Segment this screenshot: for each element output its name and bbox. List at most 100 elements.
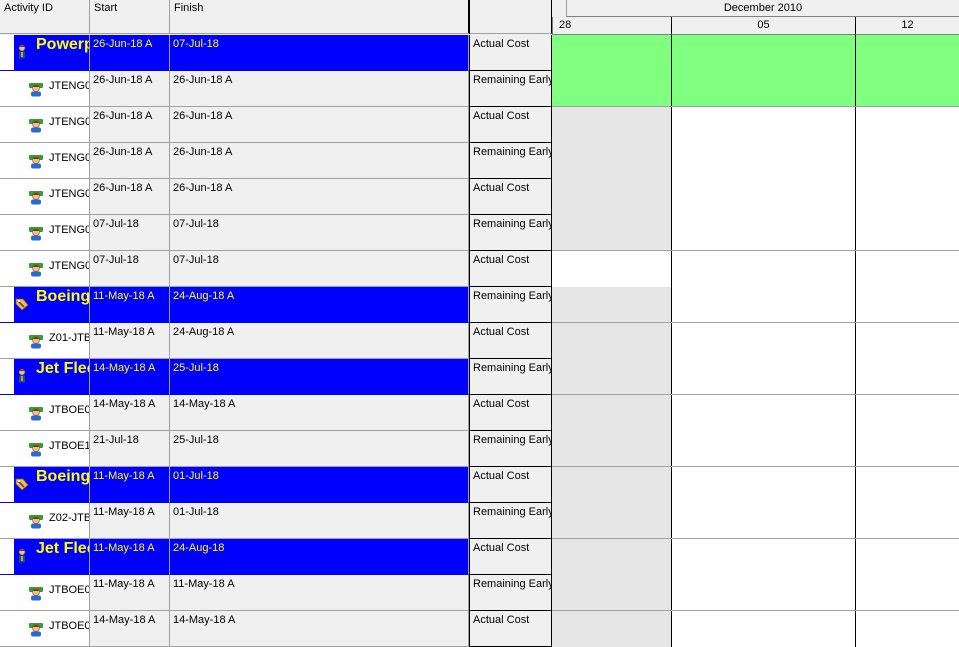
gantt-cell[interactable]	[856, 431, 959, 467]
cost-type-cell[interactable]: Actual Cost	[469, 179, 552, 215]
gantt-cell[interactable]	[672, 35, 856, 71]
cost-type-cell[interactable]: Actual Cost	[469, 539, 552, 575]
start-cell[interactable]: 11-May-18 A	[90, 323, 170, 359]
cost-type-cell[interactable]: Actual Cost	[469, 467, 552, 503]
activity-row[interactable]: JTENG0 07-Jul-18 07-Jul-18 Actual Cost	[0, 251, 959, 287]
finish-cell[interactable]: 25-Jul-18	[170, 431, 469, 467]
gantt-cell[interactable]	[672, 575, 856, 611]
header-finish[interactable]: Finish	[170, 0, 470, 34]
cost-type-cell[interactable]: Remaining Early	[469, 575, 552, 611]
start-cell[interactable]: 26-Jun-18 A	[90, 35, 170, 71]
gantt-cell[interactable]	[552, 215, 672, 251]
gantt-cell[interactable]	[856, 611, 959, 647]
activity-id-cell[interactable]: JTBOE0	[0, 395, 90, 431]
gantt-cell[interactable]	[552, 107, 672, 143]
activity-row[interactable]: JTENG0 26-Jun-18 A 26-Jun-18 A Actual Cost	[0, 179, 959, 215]
cost-type-cell[interactable]: Remaining Early	[469, 71, 552, 107]
gantt-cell[interactable]	[672, 107, 856, 143]
gantt-cell[interactable]	[672, 503, 856, 539]
start-cell[interactable]: 11-May-18 A	[90, 287, 170, 323]
start-cell[interactable]: 21-Jul-18	[90, 431, 170, 467]
activity-id-cell[interactable]: Boeing	[0, 467, 90, 503]
gantt-cell[interactable]	[672, 287, 856, 323]
gantt-cell[interactable]	[552, 251, 672, 287]
finish-cell[interactable]: 07-Jul-18	[170, 251, 469, 287]
cost-type-cell[interactable]: Actual Cost	[469, 323, 552, 359]
gantt-cell[interactable]	[856, 71, 959, 107]
gantt-cell[interactable]	[856, 359, 959, 395]
cost-type-cell[interactable]: Actual Cost	[469, 35, 552, 71]
gantt-cell[interactable]	[552, 71, 672, 107]
start-cell[interactable]: 26-Jun-18 A	[90, 143, 170, 179]
activity-id-cell[interactable]: JTBOE0	[0, 611, 90, 647]
header-start[interactable]: Start	[90, 0, 170, 34]
activity-row[interactable]: Z02-JTB 11-May-18 A 01-Jul-18 Remaining Ear…	[0, 503, 959, 539]
start-cell[interactable]: 07-Jul-18	[90, 215, 170, 251]
activity-row[interactable]: JTBOE0 14-May-18 A 14-May-18 A Actual Cost	[0, 395, 959, 431]
gantt-cell[interactable]	[672, 431, 856, 467]
activity-id-cell[interactable]: JTENG0	[0, 71, 90, 107]
gantt-cell[interactable]	[856, 215, 959, 251]
gantt-cell[interactable]	[672, 395, 856, 431]
start-cell[interactable]: 26-Jun-18 A	[90, 179, 170, 215]
gantt-cell[interactable]	[552, 179, 672, 215]
finish-cell[interactable]: 14-May-18 A	[170, 611, 469, 647]
gantt-cell[interactable]	[552, 503, 672, 539]
activity-id-cell[interactable]: Z02-JTB	[0, 503, 90, 539]
wbs-group-row[interactable]: Boeing 11-May-18 A 01-Jul-18 Actual Cost	[0, 467, 959, 503]
header-type[interactable]	[470, 0, 552, 34]
gantt-cell[interactable]	[856, 143, 959, 179]
activity-id-cell[interactable]: JTBOE0	[0, 575, 90, 611]
activity-id-cell[interactable]: JTENG0	[0, 215, 90, 251]
finish-cell[interactable]: 01-Jul-18	[170, 503, 469, 539]
start-cell[interactable]: 11-May-18 A	[90, 467, 170, 503]
gantt-cell[interactable]	[672, 323, 856, 359]
activity-id-cell[interactable]: JTBOE1	[0, 431, 90, 467]
cost-type-cell[interactable]: Remaining Early	[469, 215, 552, 251]
header-activity-id[interactable]: Activity ID	[0, 0, 90, 34]
activity-row[interactable]: JTBOE0 14-May-18 A 14-May-18 A Actual Cost	[0, 611, 959, 647]
gantt-cell[interactable]	[856, 107, 959, 143]
gantt-cell[interactable]	[672, 251, 856, 287]
gantt-cell[interactable]	[552, 287, 672, 323]
finish-cell[interactable]: 11-May-18 A	[170, 575, 469, 611]
finish-cell[interactable]: 26-Jun-18 A	[170, 107, 469, 143]
cost-type-cell[interactable]: Actual Cost	[469, 395, 552, 431]
finish-cell[interactable]: 14-May-18 A	[170, 395, 469, 431]
gantt-cell[interactable]	[552, 467, 672, 503]
activity-id-cell[interactable]: Jet Flee	[0, 359, 90, 395]
wbs-group-row[interactable]: Powerp 26-Jun-18 A 07-Jul-18 Actual Cost	[0, 35, 959, 71]
cost-type-cell[interactable]: Remaining Early	[469, 143, 552, 179]
finish-cell[interactable]: 01-Jul-18	[170, 467, 469, 503]
finish-cell[interactable]: 25-Jul-18	[170, 359, 469, 395]
activity-id-cell[interactable]: Z01-JTB	[0, 323, 90, 359]
gantt-cell[interactable]	[552, 35, 672, 71]
activity-row[interactable]: JTENG0 26-Jun-18 A 26-Jun-18 A Actual Cost	[0, 107, 959, 143]
cost-type-cell[interactable]: Actual Cost	[469, 107, 552, 143]
gantt-cell[interactable]	[856, 323, 959, 359]
gantt-cell[interactable]	[672, 359, 856, 395]
activity-row[interactable]: JTENG0 07-Jul-18 07-Jul-18 Remaining Early	[0, 215, 959, 251]
wbs-group-row[interactable]: Boeing 11-May-18 A 24-Aug-18 A Remaining Ea…	[0, 287, 959, 323]
gantt-cell[interactable]	[552, 323, 672, 359]
gantt-cell[interactable]	[672, 467, 856, 503]
cost-type-cell[interactable]: Actual Cost	[469, 251, 552, 287]
gantt-cell[interactable]	[856, 395, 959, 431]
activity-id-cell[interactable]: Powerp	[0, 35, 90, 71]
gantt-cell[interactable]	[856, 467, 959, 503]
wbs-group-row[interactable]: Jet Flee 14-May-18 A 25-Jul-18 Remaining Ea…	[0, 359, 959, 395]
gantt-cell[interactable]	[552, 539, 672, 575]
gantt-cell[interactable]	[856, 179, 959, 215]
cost-type-cell[interactable]: Remaining Early	[469, 431, 552, 467]
gantt-cell[interactable]	[552, 431, 672, 467]
start-cell[interactable]: 26-Jun-18 A	[90, 71, 170, 107]
activity-id-cell[interactable]: Jet Flee	[0, 539, 90, 575]
gantt-cell[interactable]	[856, 575, 959, 611]
finish-cell[interactable]: 24-Aug-18	[170, 539, 469, 575]
gantt-cell[interactable]	[552, 575, 672, 611]
start-cell[interactable]: 14-May-18 A	[90, 359, 170, 395]
start-cell[interactable]: 11-May-18 A	[90, 575, 170, 611]
cost-type-cell[interactable]: Remaining Early	[469, 503, 552, 539]
gantt-cell[interactable]	[552, 395, 672, 431]
gantt-cell[interactable]	[552, 611, 672, 647]
